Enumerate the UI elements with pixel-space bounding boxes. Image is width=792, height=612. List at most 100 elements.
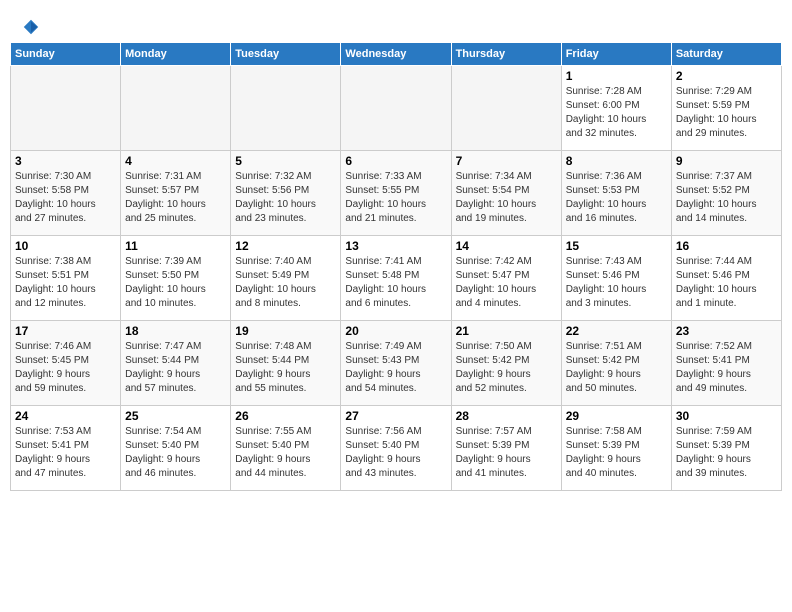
day-info: Sunrise: 7:41 AM Sunset: 5:48 PM Dayligh… [345,255,446,311]
calendar-day-cell: 22 Sunrise: 7:51 AM Sunset: 5:42 PM Dayli… [561,321,671,406]
calendar-day-cell: 21 Sunrise: 7:50 AM Sunset: 5:42 PM Dayli… [451,321,561,406]
day-number: 21 [456,324,557,338]
day-number: 15 [566,239,667,253]
calendar-week-row: 1 Sunrise: 7:28 AM Sunset: 6:00 PM Daylig… [11,66,782,151]
day-number: 23 [676,324,777,338]
day-number: 25 [125,409,226,423]
day-of-week-header: Monday [121,43,231,66]
calendar-day-cell: 24 Sunrise: 7:53 AM Sunset: 5:41 PM Dayli… [11,406,121,491]
day-number: 1 [566,69,667,83]
day-number: 3 [15,154,116,168]
day-info: Sunrise: 7:47 AM Sunset: 5:44 PM Dayligh… [125,340,226,396]
page-header [10,10,782,42]
calendar-day-cell: 9Sunrise: 7:37 AM Sunset: 5:52 PM Daylig… [671,151,781,236]
day-number: 29 [566,409,667,423]
day-number: 16 [676,239,777,253]
day-info: Sunrise: 7:29 AM Sunset: 5:59 PM Dayligh… [676,85,777,141]
calendar-body: 1 Sunrise: 7:28 AM Sunset: 6:00 PM Daylig… [11,66,782,491]
calendar-day-cell [341,66,451,151]
day-number: 14 [456,239,557,253]
calendar-week-row: 10 Sunrise: 7:38 AM Sunset: 5:51 PM Dayli… [11,236,782,321]
calendar-week-row: 24 Sunrise: 7:53 AM Sunset: 5:41 PM Dayli… [11,406,782,491]
day-info: Sunrise: 7:44 AM Sunset: 5:46 PM Dayligh… [676,255,777,311]
day-number: 12 [235,239,336,253]
calendar-day-cell: 7Sunrise: 7:34 AM Sunset: 5:54 PM Daylig… [451,151,561,236]
day-number: 24 [15,409,116,423]
day-info: Sunrise: 7:46 AM Sunset: 5:45 PM Dayligh… [15,340,116,396]
calendar-day-cell: 30Sunrise: 7:59 AM Sunset: 5:39 PM Dayli… [671,406,781,491]
day-info: Sunrise: 7:51 AM Sunset: 5:42 PM Dayligh… [566,340,667,396]
calendar-day-cell: 15 Sunrise: 7:43 AM Sunset: 5:46 PM Dayli… [561,236,671,321]
day-of-week-header: Thursday [451,43,561,66]
day-info: Sunrise: 7:40 AM Sunset: 5:49 PM Dayligh… [235,255,336,311]
day-info: Sunrise: 7:57 AM Sunset: 5:39 PM Dayligh… [456,425,557,481]
day-info: Sunrise: 7:56 AM Sunset: 5:40 PM Dayligh… [345,425,446,481]
day-info: Sunrise: 7:36 AM Sunset: 5:53 PM Dayligh… [566,170,667,226]
calendar-day-cell: 13 Sunrise: 7:41 AM Sunset: 5:48 PM Dayli… [341,236,451,321]
day-number: 18 [125,324,226,338]
calendar-day-cell: 16 Sunrise: 7:44 AM Sunset: 5:46 PM Dayli… [671,236,781,321]
calendar-day-cell: 12 Sunrise: 7:40 AM Sunset: 5:49 PM Dayli… [231,236,341,321]
day-info: Sunrise: 7:28 AM Sunset: 6:00 PM Dayligh… [566,85,667,141]
calendar-day-cell: 20 Sunrise: 7:49 AM Sunset: 5:43 PM Dayli… [341,321,451,406]
day-number: 8 [566,154,667,168]
day-info: Sunrise: 7:49 AM Sunset: 5:43 PM Dayligh… [345,340,446,396]
day-number: 20 [345,324,446,338]
day-number: 28 [456,409,557,423]
calendar-day-cell: 26 Sunrise: 7:55 AM Sunset: 5:40 PM Dayli… [231,406,341,491]
day-number: 10 [15,239,116,253]
calendar-day-cell: 19Sunrise: 7:48 AM Sunset: 5:44 PM Dayli… [231,321,341,406]
day-info: Sunrise: 7:31 AM Sunset: 5:57 PM Dayligh… [125,170,226,226]
calendar-day-cell: 8 Sunrise: 7:36 AM Sunset: 5:53 PM Daylig… [561,151,671,236]
calendar-day-cell: 18 Sunrise: 7:47 AM Sunset: 5:44 PM Dayli… [121,321,231,406]
day-info: Sunrise: 7:50 AM Sunset: 5:42 PM Dayligh… [456,340,557,396]
calendar-day-cell [231,66,341,151]
day-number: 22 [566,324,667,338]
calendar-week-row: 3 Sunrise: 7:30 AM Sunset: 5:58 PM Daylig… [11,151,782,236]
day-of-week-header: Sunday [11,43,121,66]
day-info: Sunrise: 7:39 AM Sunset: 5:50 PM Dayligh… [125,255,226,311]
calendar-day-cell: 1 Sunrise: 7:28 AM Sunset: 6:00 PM Daylig… [561,66,671,151]
day-info: Sunrise: 7:52 AM Sunset: 5:41 PM Dayligh… [676,340,777,396]
calendar-day-cell [11,66,121,151]
calendar-day-cell [121,66,231,151]
day-number: 26 [235,409,336,423]
day-info: Sunrise: 7:43 AM Sunset: 5:46 PM Dayligh… [566,255,667,311]
calendar-day-cell: 10 Sunrise: 7:38 AM Sunset: 5:51 PM Dayli… [11,236,121,321]
calendar-day-cell: 17 Sunrise: 7:46 AM Sunset: 5:45 PM Dayli… [11,321,121,406]
calendar-day-cell [451,66,561,151]
day-number: 27 [345,409,446,423]
day-number: 2 [676,69,777,83]
day-of-week-header: Friday [561,43,671,66]
day-of-week-header: Wednesday [341,43,451,66]
calendar-day-cell: 6 Sunrise: 7:33 AM Sunset: 5:55 PM Daylig… [341,151,451,236]
day-info: Sunrise: 7:53 AM Sunset: 5:41 PM Dayligh… [15,425,116,481]
day-number: 17 [15,324,116,338]
day-info: Sunrise: 7:38 AM Sunset: 5:51 PM Dayligh… [15,255,116,311]
day-number: 5 [235,154,336,168]
calendar-day-cell: 25 Sunrise: 7:54 AM Sunset: 5:40 PM Dayli… [121,406,231,491]
calendar-day-cell: 11 Sunrise: 7:39 AM Sunset: 5:50 PM Dayli… [121,236,231,321]
day-info: Sunrise: 7:34 AM Sunset: 5:54 PM Dayligh… [456,170,557,226]
day-info: Sunrise: 7:48 AM Sunset: 5:44 PM Dayligh… [235,340,336,396]
calendar-day-cell: 23 Sunrise: 7:52 AM Sunset: 5:41 PM Dayli… [671,321,781,406]
day-info: Sunrise: 7:30 AM Sunset: 5:58 PM Dayligh… [15,170,116,226]
day-of-week-header: Tuesday [231,43,341,66]
day-info: Sunrise: 7:59 AM Sunset: 5:39 PM Dayligh… [676,425,777,481]
day-number: 13 [345,239,446,253]
logo-icon [22,18,40,36]
calendar-day-cell: 2 Sunrise: 7:29 AM Sunset: 5:59 PM Daylig… [671,66,781,151]
day-number: 6 [345,154,446,168]
day-info: Sunrise: 7:55 AM Sunset: 5:40 PM Dayligh… [235,425,336,481]
calendar-day-cell: 27 Sunrise: 7:56 AM Sunset: 5:40 PM Dayli… [341,406,451,491]
calendar-day-cell: 29 Sunrise: 7:58 AM Sunset: 5:39 PM Dayli… [561,406,671,491]
calendar-header-row: SundayMondayTuesdayWednesdayThursdayFrid… [11,43,782,66]
logo [20,18,40,36]
calendar-day-cell: 4Sunrise: 7:31 AM Sunset: 5:57 PM Daylig… [121,151,231,236]
day-info: Sunrise: 7:33 AM Sunset: 5:55 PM Dayligh… [345,170,446,226]
day-number: 9 [676,154,777,168]
day-info: Sunrise: 7:54 AM Sunset: 5:40 PM Dayligh… [125,425,226,481]
day-info: Sunrise: 7:58 AM Sunset: 5:39 PM Dayligh… [566,425,667,481]
day-number: 11 [125,239,226,253]
calendar-week-row: 17 Sunrise: 7:46 AM Sunset: 5:45 PM Dayli… [11,321,782,406]
